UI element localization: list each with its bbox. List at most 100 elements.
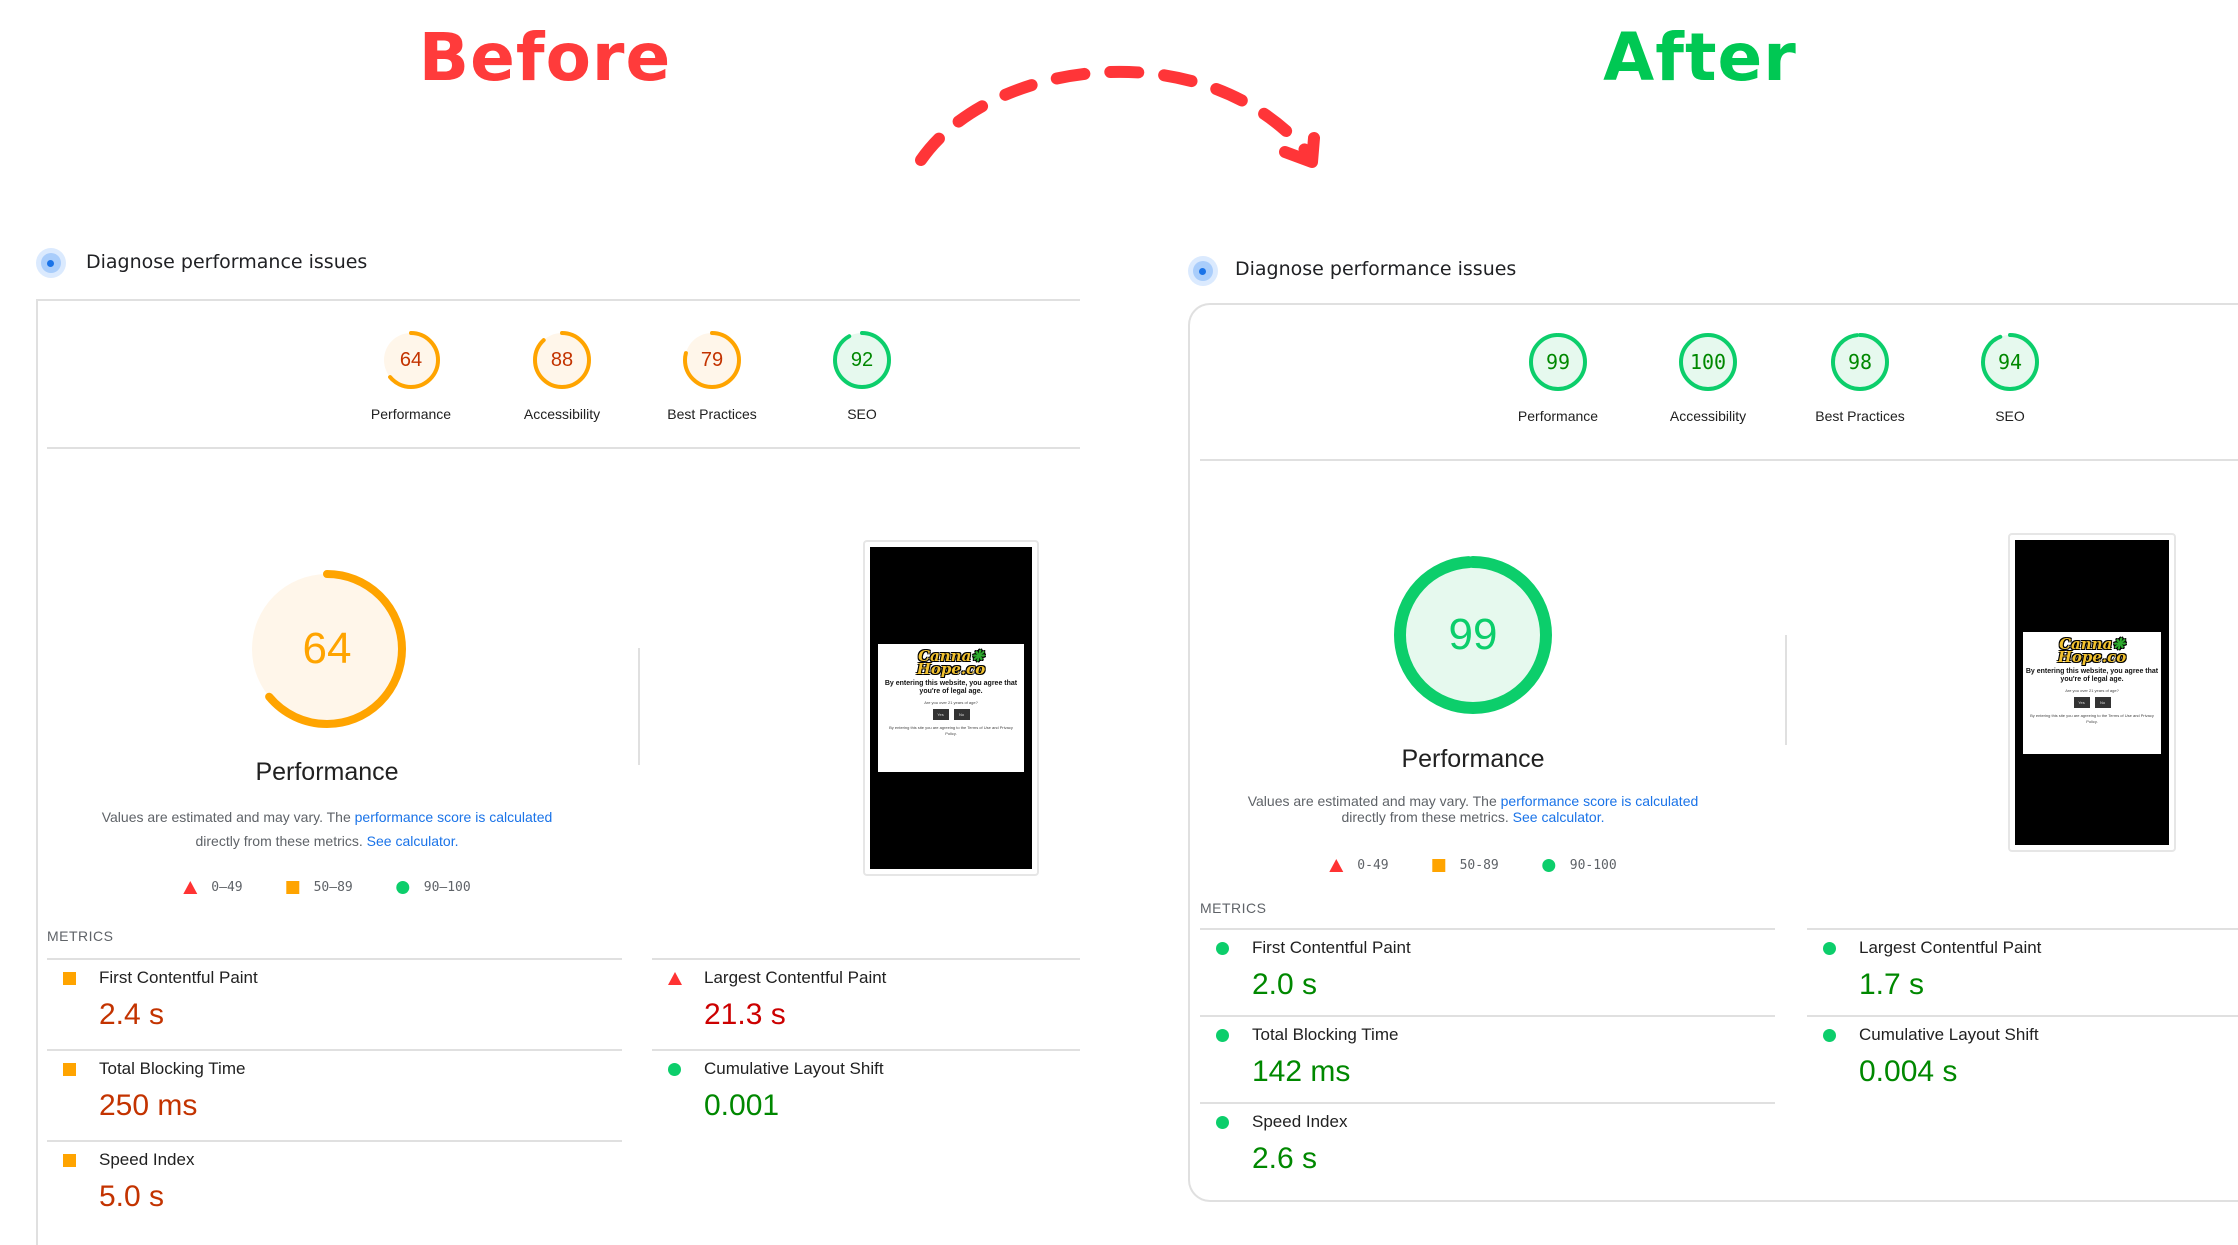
speedometer-icon xyxy=(1188,256,1218,286)
metric-value: 2.0 s xyxy=(1252,968,1318,1001)
metrics-header: METRICS xyxy=(1200,900,1267,916)
metric-name: Cumulative Layout Shift xyxy=(704,1059,884,1078)
pass-circle-icon xyxy=(396,881,410,894)
description-text: Values are estimated and may vary. The xyxy=(101,809,355,825)
performance-main-gauge: 99 xyxy=(1393,555,1553,715)
score-label: Performance xyxy=(370,406,452,422)
metric-name: Total Blocking Time xyxy=(99,1059,246,1078)
legend-item: 0-49 xyxy=(1329,858,1389,873)
see-calculator-link[interactable]: See calculator. xyxy=(1513,809,1605,825)
score-label: Best Practices xyxy=(1815,408,1905,424)
score-label: SEO xyxy=(1995,408,2025,424)
performance-score-link[interactable]: performance score is calculated xyxy=(1501,793,1699,809)
see-calculator-link[interactable]: See calculator. xyxy=(367,833,459,849)
score-value: 99 xyxy=(1545,350,1571,374)
metric-value: 21.3 s xyxy=(704,998,786,1031)
metric-first-contentful-paint[interactable]: First Contentful Paint 2.4 s xyxy=(47,960,622,1048)
score-gauge-seo[interactable]: 94 xyxy=(1980,332,2040,392)
score-value: 92 xyxy=(850,348,874,371)
score-legend: 0-49 50-89 90-100 xyxy=(1307,858,1638,873)
score-description: Values are estimated and may vary. The p… xyxy=(1248,793,1699,825)
legend-item: 0–49 xyxy=(183,880,243,895)
metric-value: 142 ms xyxy=(1252,1055,1351,1088)
no-button: No xyxy=(953,708,970,720)
score-gauge-accessibility[interactable]: 88 xyxy=(532,330,592,390)
score-label: Accessibility xyxy=(523,406,601,422)
score-gauge-seo[interactable]: 92 xyxy=(832,330,892,390)
age-question: Are you over 21 years of age? xyxy=(2065,687,2119,693)
score-gauge-performance[interactable]: 64 xyxy=(381,330,441,390)
legend-range: 0-49 xyxy=(1357,858,1389,873)
pass-circle-icon xyxy=(1216,1029,1229,1042)
speedometer-icon xyxy=(36,248,66,278)
fail-triangle-icon xyxy=(183,881,198,894)
no-button: No xyxy=(2094,696,2111,708)
score-value: 88 xyxy=(550,348,574,371)
before-panel: Diagnose performance issues 64 Performanc… xyxy=(0,0,1100,1245)
section-title: Diagnose performance issues xyxy=(86,251,368,273)
metric-name: Speed Index xyxy=(1252,1112,1348,1131)
score-gauge-best-practices[interactable]: 79 xyxy=(682,330,742,390)
pass-circle-icon xyxy=(1542,859,1556,872)
score-value: 98 xyxy=(1847,350,1873,374)
yes-button: Yes xyxy=(932,708,949,720)
page-screenshot-thumbnail: Canna❋ Hope.co By entering this website, y… xyxy=(2008,533,2176,852)
thumbnail-screen: Canna❋ Hope.co By entering this website, y… xyxy=(2015,540,2169,845)
metric-largest-contentful-paint[interactable]: Largest Contentful Paint 1.7 s xyxy=(1807,930,2238,1018)
legend-range: 50-89 xyxy=(1459,858,1499,873)
score-legend: 0–49 50–89 90–100 xyxy=(161,880,492,895)
average-square-icon xyxy=(286,881,300,894)
age-gate-message: By entering this website, you agree that… xyxy=(2025,667,2159,683)
metric-cumulative-layout-shift[interactable]: Cumulative Layout Shift 0.004 s xyxy=(1807,1017,2238,1105)
pass-circle-icon xyxy=(1823,942,1836,955)
pass-circle-icon xyxy=(668,1063,681,1076)
age-question: Are you over 21 years of age? xyxy=(924,699,978,705)
metric-name: First Contentful Paint xyxy=(1252,938,1411,957)
score-label: Performance xyxy=(1517,408,1599,424)
description-text: directly from these metrics. xyxy=(195,833,367,849)
metric-speed-index[interactable]: Speed Index 2.6 s xyxy=(1200,1104,1775,1192)
score-gauge-best-practices[interactable]: 98 xyxy=(1830,332,1890,392)
section-title: Diagnose performance issues xyxy=(1235,258,1517,280)
card-top-border xyxy=(37,299,1080,301)
legend-item: 90–100 xyxy=(396,880,471,895)
metric-speed-index[interactable]: Speed Index 5.0 s xyxy=(47,1142,622,1230)
score-value: 94 xyxy=(1997,350,2023,374)
legend-item: 50–89 xyxy=(286,880,353,895)
legend-range: 50–89 xyxy=(313,880,353,895)
metric-first-contentful-paint[interactable]: First Contentful Paint 2.0 s xyxy=(1200,930,1775,1018)
legend-range: 0–49 xyxy=(211,880,243,895)
metric-total-blocking-time[interactable]: Total Blocking Time 250 ms xyxy=(47,1051,622,1139)
metric-name: First Contentful Paint xyxy=(99,968,258,987)
legend-range: 90-100 xyxy=(1569,858,1617,873)
age-gate-modal: Canna❋ Hope.co By entering this website, y… xyxy=(878,643,1024,773)
fine-print: By entering this site you are agreeing t… xyxy=(2030,712,2154,724)
legend-item: 50-89 xyxy=(1432,858,1499,873)
gauge-thumbnail-divider xyxy=(1785,635,1787,745)
metric-value: 0.001 xyxy=(704,1089,780,1122)
pass-circle-icon xyxy=(1823,1029,1836,1042)
metric-total-blocking-time[interactable]: Total Blocking Time 142 ms xyxy=(1200,1017,1775,1105)
legend-range: 90–100 xyxy=(423,880,471,895)
metric-value: 2.6 s xyxy=(1252,1142,1318,1175)
scores-divider xyxy=(47,447,1080,449)
metric-largest-contentful-paint[interactable]: Largest Contentful Paint 21.3 s xyxy=(652,960,1080,1048)
metric-name: Speed Index xyxy=(99,1150,195,1169)
metric-cumulative-layout-shift[interactable]: Cumulative Layout Shift 0.001 xyxy=(652,1051,1080,1139)
score-description: Values are estimated and may vary. The p… xyxy=(102,805,553,853)
performance-score-link[interactable]: performance score is calculated xyxy=(355,809,553,825)
gauge-thumbnail-divider xyxy=(638,648,640,765)
pass-circle-icon xyxy=(1216,942,1229,955)
score-gauge-accessibility[interactable]: 100 xyxy=(1678,332,1738,392)
fail-triangle-icon xyxy=(1329,859,1344,872)
average-square-icon xyxy=(63,1063,76,1076)
performance-title: Performance xyxy=(255,758,399,786)
metric-value: 2.4 s xyxy=(99,998,165,1031)
performance-title: Performance xyxy=(1401,745,1545,773)
score-gauge-performance[interactable]: 99 xyxy=(1528,332,1588,392)
average-square-icon xyxy=(63,1154,76,1167)
scores-divider xyxy=(1200,459,2238,461)
score-value: 64 xyxy=(399,348,423,371)
legend-item: 90-100 xyxy=(1542,858,1617,873)
age-gate-modal: Canna❋ Hope.co By entering this website, y… xyxy=(2022,631,2162,754)
